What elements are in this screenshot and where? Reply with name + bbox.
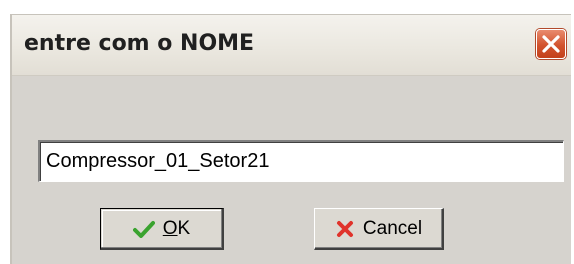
x-icon [336,220,353,237]
name-input[interactable] [38,140,564,182]
ok-button[interactable]: OK [100,208,224,250]
title-bar[interactable]: entre com o NOME [12,15,571,76]
close-icon [542,35,560,53]
checkmark-icon [132,220,155,238]
cancel-button[interactable]: Cancel [314,208,444,250]
input-dialog: entre com o NOME OK Cancel [10,14,571,264]
ok-button-label: OK [162,217,191,239]
dialog-title: entre com o NOME [24,31,255,56]
cancel-button-label: Cancel [362,217,423,239]
close-button[interactable] [536,29,566,59]
